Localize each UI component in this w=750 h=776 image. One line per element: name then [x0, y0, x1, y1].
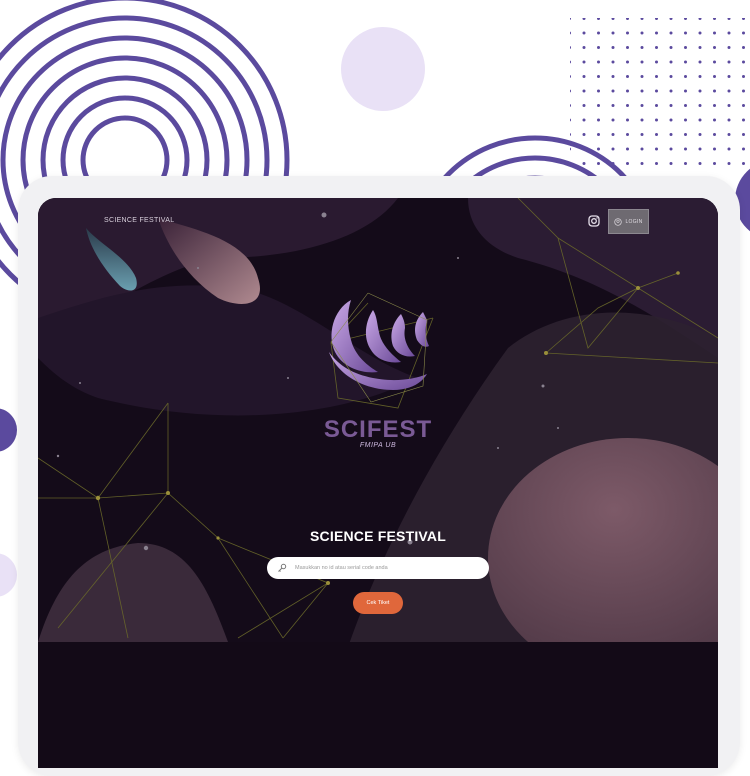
logo-wordmark: SCIFEST	[323, 416, 433, 443]
tablet-screen: SCIENCE FESTIVAL LOGIN SCIFEST FMIPA UB …	[38, 198, 718, 768]
lower-section	[38, 642, 718, 768]
ticket-search-field[interactable]	[267, 557, 489, 579]
hero-title: SCIENCE FESTIVAL	[310, 528, 446, 544]
nav-brand[interactable]: SCIENCE FESTIVAL	[104, 217, 174, 224]
user-circle-icon	[614, 217, 623, 226]
scifest-logo	[329, 292, 429, 403]
logo-subtitle: FMIPA UB	[359, 442, 397, 449]
ticket-search-input[interactable]	[293, 564, 487, 572]
instagram-icon[interactable]	[587, 214, 601, 228]
lavender-circle	[341, 27, 425, 111]
purple-circle-left	[0, 408, 17, 452]
login-label: LOGIN	[625, 218, 643, 225]
check-ticket-button[interactable]: Cek Tiket	[353, 592, 403, 614]
dot-grid	[570, 18, 750, 166]
key-icon	[278, 563, 287, 572]
login-button[interactable]: LOGIN	[608, 209, 649, 234]
lavender-circle-left	[0, 553, 17, 597]
